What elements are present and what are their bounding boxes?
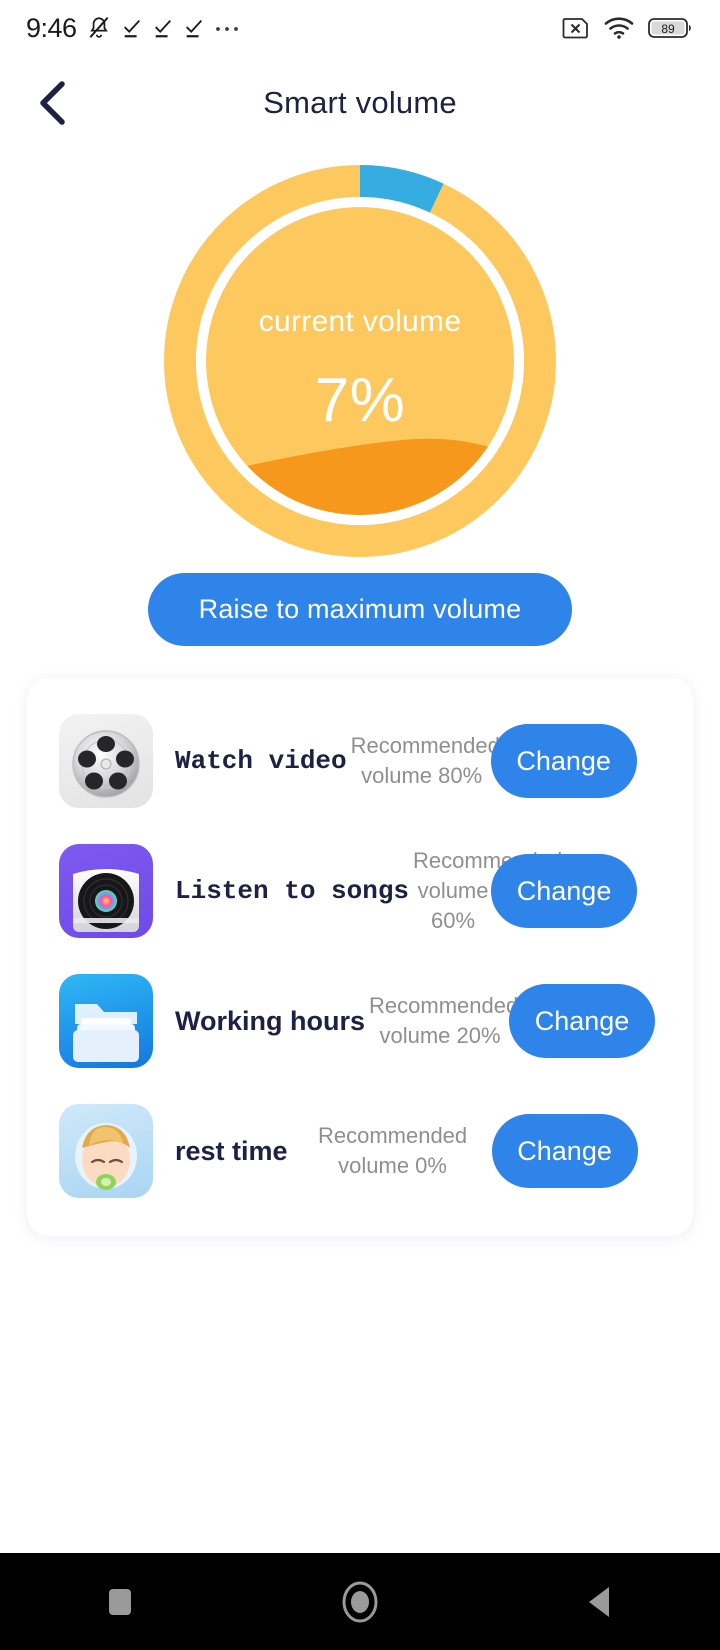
raise-to-maximum-volume-button[interactable]: Raise to maximum volume	[148, 573, 572, 646]
check-underline-icon	[152, 17, 174, 39]
list-item-recommendation: Recommended volume 20%	[369, 993, 519, 1048]
scene-list-card: Watch video Recommended volume 80% Chang…	[27, 678, 693, 1236]
list-item-title: Working hours	[175, 1005, 366, 1036]
check-underline-icon	[183, 17, 205, 39]
top-app-bar: Smart volume	[0, 60, 720, 146]
list-item-title: Watch video	[175, 746, 347, 776]
bell-muted-icon	[86, 15, 112, 41]
circle-home-icon[interactable]	[324, 1566, 396, 1638]
film-reel-icon	[59, 714, 153, 808]
volume-gauge: current volume 7%	[0, 165, 720, 565]
change-button[interactable]: Change	[490, 724, 637, 798]
list-item[interactable]: Working hours Recommended volume 20% Cha…	[27, 956, 693, 1086]
status-bar-left: 9:46	[26, 13, 240, 44]
phone-screen: 9:46 89 Smart volume current volume 7% R…	[0, 0, 720, 1650]
sim-card-off-icon	[562, 15, 590, 41]
check-underline-icon	[121, 17, 143, 39]
status-clock: 9:46	[26, 12, 77, 43]
list-item-title: rest time	[175, 1135, 288, 1166]
gauge-fill	[206, 207, 514, 515]
vinyl-record-icon	[59, 844, 153, 938]
status-bar: 9:46 89	[0, 0, 720, 56]
list-item-recommendation: Recommended volume 60%	[413, 848, 563, 933]
gauge-circle: current volume 7%	[164, 165, 556, 557]
list-item-recommendation: Recommended volume 80%	[350, 733, 500, 788]
folder-icon	[59, 974, 153, 1068]
list-item[interactable]: Listen to songs Recommended volume 60% C…	[27, 826, 693, 956]
page-title: Smart volume	[263, 85, 457, 120]
android-navigation-bar	[0, 1553, 720, 1650]
triangle-back-icon[interactable]	[564, 1566, 636, 1638]
square-recents-icon[interactable]	[84, 1566, 156, 1638]
change-button[interactable]: Change	[491, 854, 638, 928]
battery-icon: 89	[648, 16, 694, 40]
overflow-dots-icon	[214, 23, 240, 33]
sleeping-baby-icon	[59, 1104, 153, 1198]
svg-text:89: 89	[661, 22, 675, 36]
list-item-title: Listen to songs	[175, 876, 410, 906]
wifi-icon	[604, 16, 634, 40]
list-item[interactable]: rest time Recommended volume 0% Change	[27, 1086, 693, 1216]
list-item[interactable]: Watch video Recommended volume 80% Chang…	[27, 696, 693, 826]
change-button[interactable]: Change	[509, 984, 656, 1058]
change-button[interactable]: Change	[491, 1114, 638, 1188]
list-item-recommendation: Recommended volume 0%	[317, 1123, 468, 1178]
status-bar-right: 89	[562, 15, 694, 41]
